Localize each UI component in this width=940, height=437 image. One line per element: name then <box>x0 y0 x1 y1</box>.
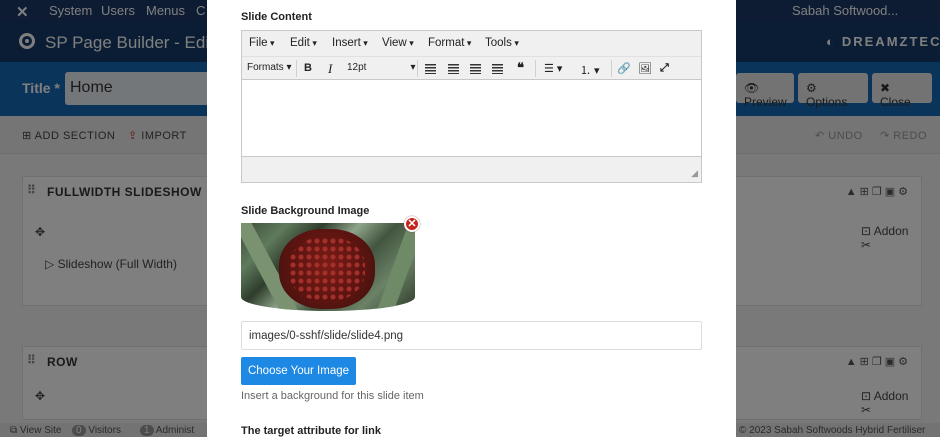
italic-icon[interactable]: I <box>328 61 332 77</box>
formats-dropdown[interactable]: Formats ▾ <box>247 62 291 73</box>
font-size-value: 12pt <box>347 62 367 73</box>
align-center-icon[interactable] <box>448 64 459 77</box>
font-size-dropdown[interactable]: 12pt ▾ <box>347 62 416 73</box>
toolbar-divider <box>535 60 536 77</box>
editor-menu-file[interactable]: File <box>249 37 275 49</box>
editor-menubar: File Edit Insert View Format Tools <box>242 31 701 56</box>
editor-content-area[interactable] <box>242 80 701 156</box>
align-justify-icon[interactable] <box>492 64 503 77</box>
align-left-glyph <box>425 64 436 74</box>
align-justify-glyph <box>492 64 503 74</box>
background-image-preview <box>241 223 415 311</box>
formats-label: Formats <box>247 62 284 73</box>
editor-statusbar: ◢ <box>242 156 701 182</box>
bullet-list-icon[interactable]: ☰ ▾ <box>544 62 562 75</box>
align-right-glyph <box>470 64 481 74</box>
image-detail <box>279 229 375 309</box>
slide-content-label: Slide Content <box>241 11 312 23</box>
rich-text-editor: File Edit Insert View Format Tools Forma… <box>241 30 702 183</box>
align-right-icon[interactable] <box>470 64 481 77</box>
toolbar-divider <box>296 60 297 77</box>
image-detail <box>370 223 415 311</box>
target-attribute-label: The target attribute for link <box>241 425 381 437</box>
background-help-text: Insert a background for this slide item <box>241 390 424 402</box>
editor-menu-insert[interactable]: Insert <box>332 37 368 49</box>
blockquote-icon[interactable]: ❝ <box>517 60 524 76</box>
fullscreen-icon[interactable]: ⤢ <box>660 62 669 75</box>
remove-image-icon[interactable]: ✕ <box>404 216 420 232</box>
image-icon[interactable]: 🖼 <box>638 62 652 75</box>
align-left-icon[interactable] <box>425 64 436 77</box>
editor-menu-tools[interactable]: Tools <box>485 37 519 49</box>
choose-image-button[interactable]: Choose Your Image <box>241 357 356 385</box>
background-image-label: Slide Background Image <box>241 205 370 217</box>
slide-item-modal: Slide Content File Edit Insert View Form… <box>207 0 736 437</box>
editor-menu-edit[interactable]: Edit <box>290 37 317 49</box>
numbered-list-icon[interactable]: ⒈ ▾ <box>580 62 600 78</box>
bold-icon[interactable]: B <box>304 62 312 74</box>
editor-menu-format[interactable]: Format <box>428 37 471 49</box>
toolbar-divider <box>417 60 418 77</box>
editor-toolbar: Formats ▾ B I 12pt ▾ ❝ ☰ ▾ ⒈ ▾ 🔗 🖼 ⤢ <box>242 56 701 80</box>
link-icon[interactable]: 🔗 <box>617 62 631 75</box>
image-path-input[interactable] <box>241 321 702 350</box>
resize-handle-icon[interactable]: ◢ <box>691 168 698 179</box>
align-center-glyph <box>448 64 459 74</box>
toolbar-divider <box>611 60 612 77</box>
editor-menu-view[interactable]: View <box>382 37 414 49</box>
